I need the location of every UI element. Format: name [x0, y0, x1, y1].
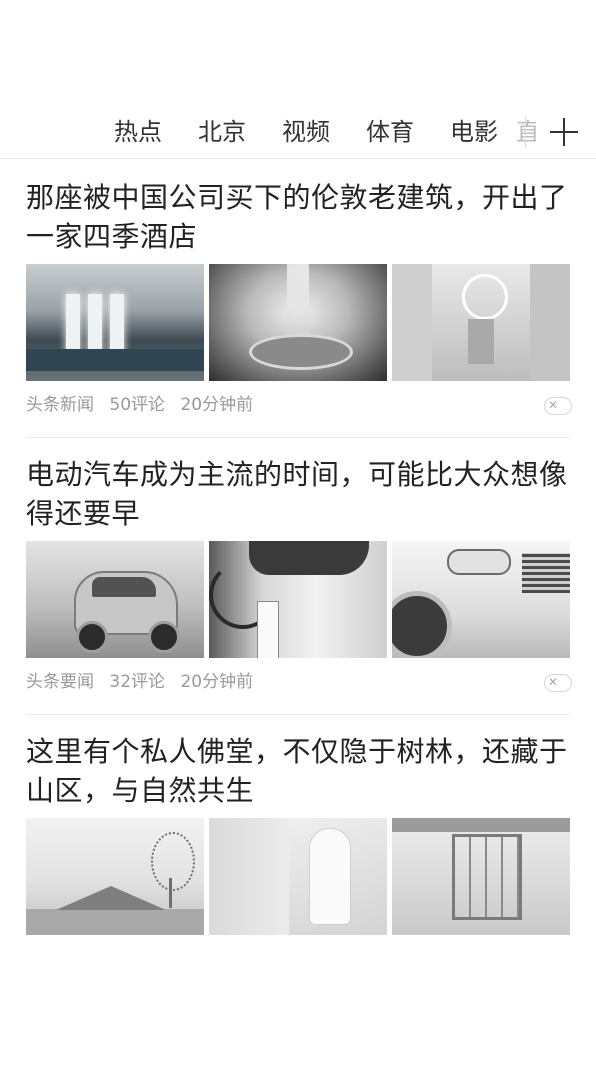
thumbnail-row — [0, 264, 596, 381]
news-meta: 头条新闻 50评论 20分钟前 ✕ — [0, 393, 596, 417]
car-headlight-thumbnail[interactable] — [392, 541, 570, 658]
thumbnail-row — [0, 818, 596, 935]
glass-roof-building-thumbnail[interactable] — [26, 818, 204, 935]
news-source: 头条新闻 — [26, 395, 94, 415]
dismiss-button[interactable]: ✕ — [544, 674, 572, 692]
spa-fountain-thumbnail[interactable] — [209, 264, 387, 381]
tab-movies[interactable]: 电影 — [432, 106, 516, 158]
thumbnail-row — [0, 541, 596, 658]
publish-time: 20分钟前 — [180, 672, 254, 692]
tab-divider — [525, 116, 526, 148]
news-meta: 头条要闻 32评论 20分钟前 ✕ — [0, 670, 596, 694]
tab-beijing[interactable]: 北京 — [180, 106, 264, 158]
comment-count: 50评论 — [109, 395, 166, 415]
tab-partial[interactable]: 直 — [516, 106, 536, 158]
news-source: 头条要闻 — [26, 672, 94, 692]
close-icon: ✕ — [547, 398, 559, 412]
news-title[interactable]: 那座被中国公司买下的伦敦老建筑，开出了一家四季酒店 — [0, 178, 596, 256]
close-icon: ✕ — [547, 675, 559, 689]
news-item[interactable]: 那座被中国公司买下的伦敦老建筑，开出了一家四季酒店 头条新闻 50评论 20分钟… — [0, 159, 596, 437]
news-title[interactable]: 电动汽车成为主流的时间，可能比大众想像得还要早 — [0, 455, 596, 533]
comment-count: 32评论 — [109, 672, 166, 692]
dismiss-button[interactable]: ✕ — [544, 397, 572, 415]
channel-tab-bar: 热点 北京 视频 体育 电影 直 — [0, 106, 596, 159]
add-channel-button[interactable] — [540, 106, 588, 158]
publish-time: 20分钟前 — [180, 395, 254, 415]
smart-car-thumbnail[interactable] — [26, 541, 204, 658]
buddha-statue-thumbnail[interactable] — [209, 818, 387, 935]
charging-station-thumbnail[interactable] — [209, 541, 387, 658]
tab-hot[interactable]: 热点 — [96, 106, 180, 158]
hotel-atrium-thumbnail[interactable] — [392, 264, 570, 381]
divider — [26, 437, 570, 438]
courtyard-interior-thumbnail[interactable] — [392, 818, 570, 935]
divider — [26, 714, 570, 715]
tab-video[interactable]: 视频 — [264, 106, 348, 158]
channel-tabs: 热点 北京 视频 体育 电影 直 — [96, 106, 536, 158]
news-feed: 那座被中国公司买下的伦敦老建筑，开出了一家四季酒店 头条新闻 50评论 20分钟… — [0, 159, 596, 954]
tab-sports[interactable]: 体育 — [348, 106, 432, 158]
spa-pool-thumbnail[interactable] — [26, 264, 204, 381]
news-title[interactable]: 这里有个私人佛堂，不仅隐于树林，还藏于山区，与自然共生 — [0, 732, 596, 810]
news-item[interactable]: 电动汽车成为主流的时间，可能比大众想像得还要早 头条要闻 32评论 20分钟前 … — [0, 437, 596, 714]
news-item[interactable]: 这里有个私人佛堂，不仅隐于树林，还藏于山区，与自然共生 — [0, 714, 596, 954]
